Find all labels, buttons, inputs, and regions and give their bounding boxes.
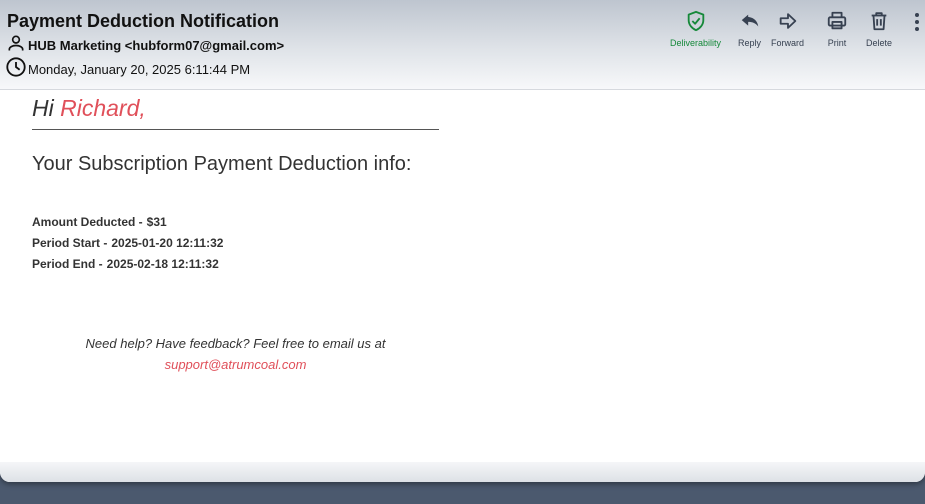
detail-label: Period Start - bbox=[32, 236, 108, 250]
print-label: Print bbox=[827, 38, 847, 48]
delete-button[interactable]: Delete bbox=[866, 10, 892, 48]
more-vertical-icon bbox=[908, 13, 925, 37]
help-text: Need help? Have feedback? Feel free to e… bbox=[85, 336, 386, 351]
deliverability-label: Deliverability bbox=[670, 38, 722, 48]
detail-label: Period End - bbox=[32, 257, 103, 271]
info-title: Your Subscription Payment Deduction info… bbox=[32, 153, 412, 175]
detail-label: Amount Deducted - bbox=[32, 215, 143, 229]
reply-arrow-icon bbox=[739, 10, 761, 37]
email-body: Hi Richard, Your Subscription Payment De… bbox=[0, 90, 925, 462]
forward-label: Forward bbox=[771, 38, 805, 48]
trash-icon bbox=[868, 10, 890, 37]
sender-address[interactable]: HUB Marketing <hubform07@gmail.com> bbox=[28, 38, 284, 53]
footer-band bbox=[0, 462, 925, 482]
detail-amount-deducted: Amount Deducted - $31 bbox=[32, 215, 167, 229]
shield-check-icon bbox=[685, 10, 707, 37]
print-button[interactable]: Print bbox=[826, 10, 848, 48]
reply-label: Reply bbox=[738, 38, 762, 48]
divider bbox=[32, 129, 439, 130]
sender-row: HUB Marketing <hubform07@gmail.com> bbox=[6, 35, 284, 55]
greeting: Hi Richard, bbox=[32, 95, 146, 122]
email-window: Payment Deduction Notification HUB Marke… bbox=[0, 0, 925, 482]
person-icon bbox=[6, 33, 26, 58]
delete-label: Delete bbox=[866, 38, 893, 48]
forward-button[interactable]: Forward bbox=[771, 10, 804, 48]
greeting-prefix: Hi bbox=[32, 95, 54, 121]
detail-value: 2025-02-18 12:11:32 bbox=[106, 257, 219, 271]
support-email-link[interactable]: support@atrumcoal.com bbox=[165, 357, 307, 372]
reply-button[interactable]: Reply bbox=[738, 10, 761, 48]
support-email-row: support@atrumcoal.com bbox=[32, 357, 439, 372]
deliverability-button[interactable]: Deliverability bbox=[670, 10, 721, 48]
detail-value: $31 bbox=[146, 215, 167, 229]
clock-icon bbox=[5, 56, 27, 83]
email-date: Monday, January 20, 2025 6:11:44 PM bbox=[28, 61, 251, 77]
detail-period-end: Period End -2025-02-18 12:11:32 bbox=[32, 257, 219, 271]
printer-icon bbox=[826, 10, 848, 37]
more-options-button[interactable] bbox=[908, 11, 925, 33]
forward-arrow-icon bbox=[777, 10, 799, 37]
greeting-name: Richard, bbox=[60, 95, 146, 121]
detail-value: 2025-01-20 12:11:32 bbox=[111, 236, 224, 250]
detail-period-start: Period Start -2025-01-20 12:11:32 bbox=[32, 236, 223, 250]
email-subject: Payment Deduction Notification bbox=[7, 11, 280, 31]
date-row: Monday, January 20, 2025 6:11:44 PM bbox=[5, 56, 251, 83]
email-header: Payment Deduction Notification HUB Marke… bbox=[0, 0, 925, 90]
